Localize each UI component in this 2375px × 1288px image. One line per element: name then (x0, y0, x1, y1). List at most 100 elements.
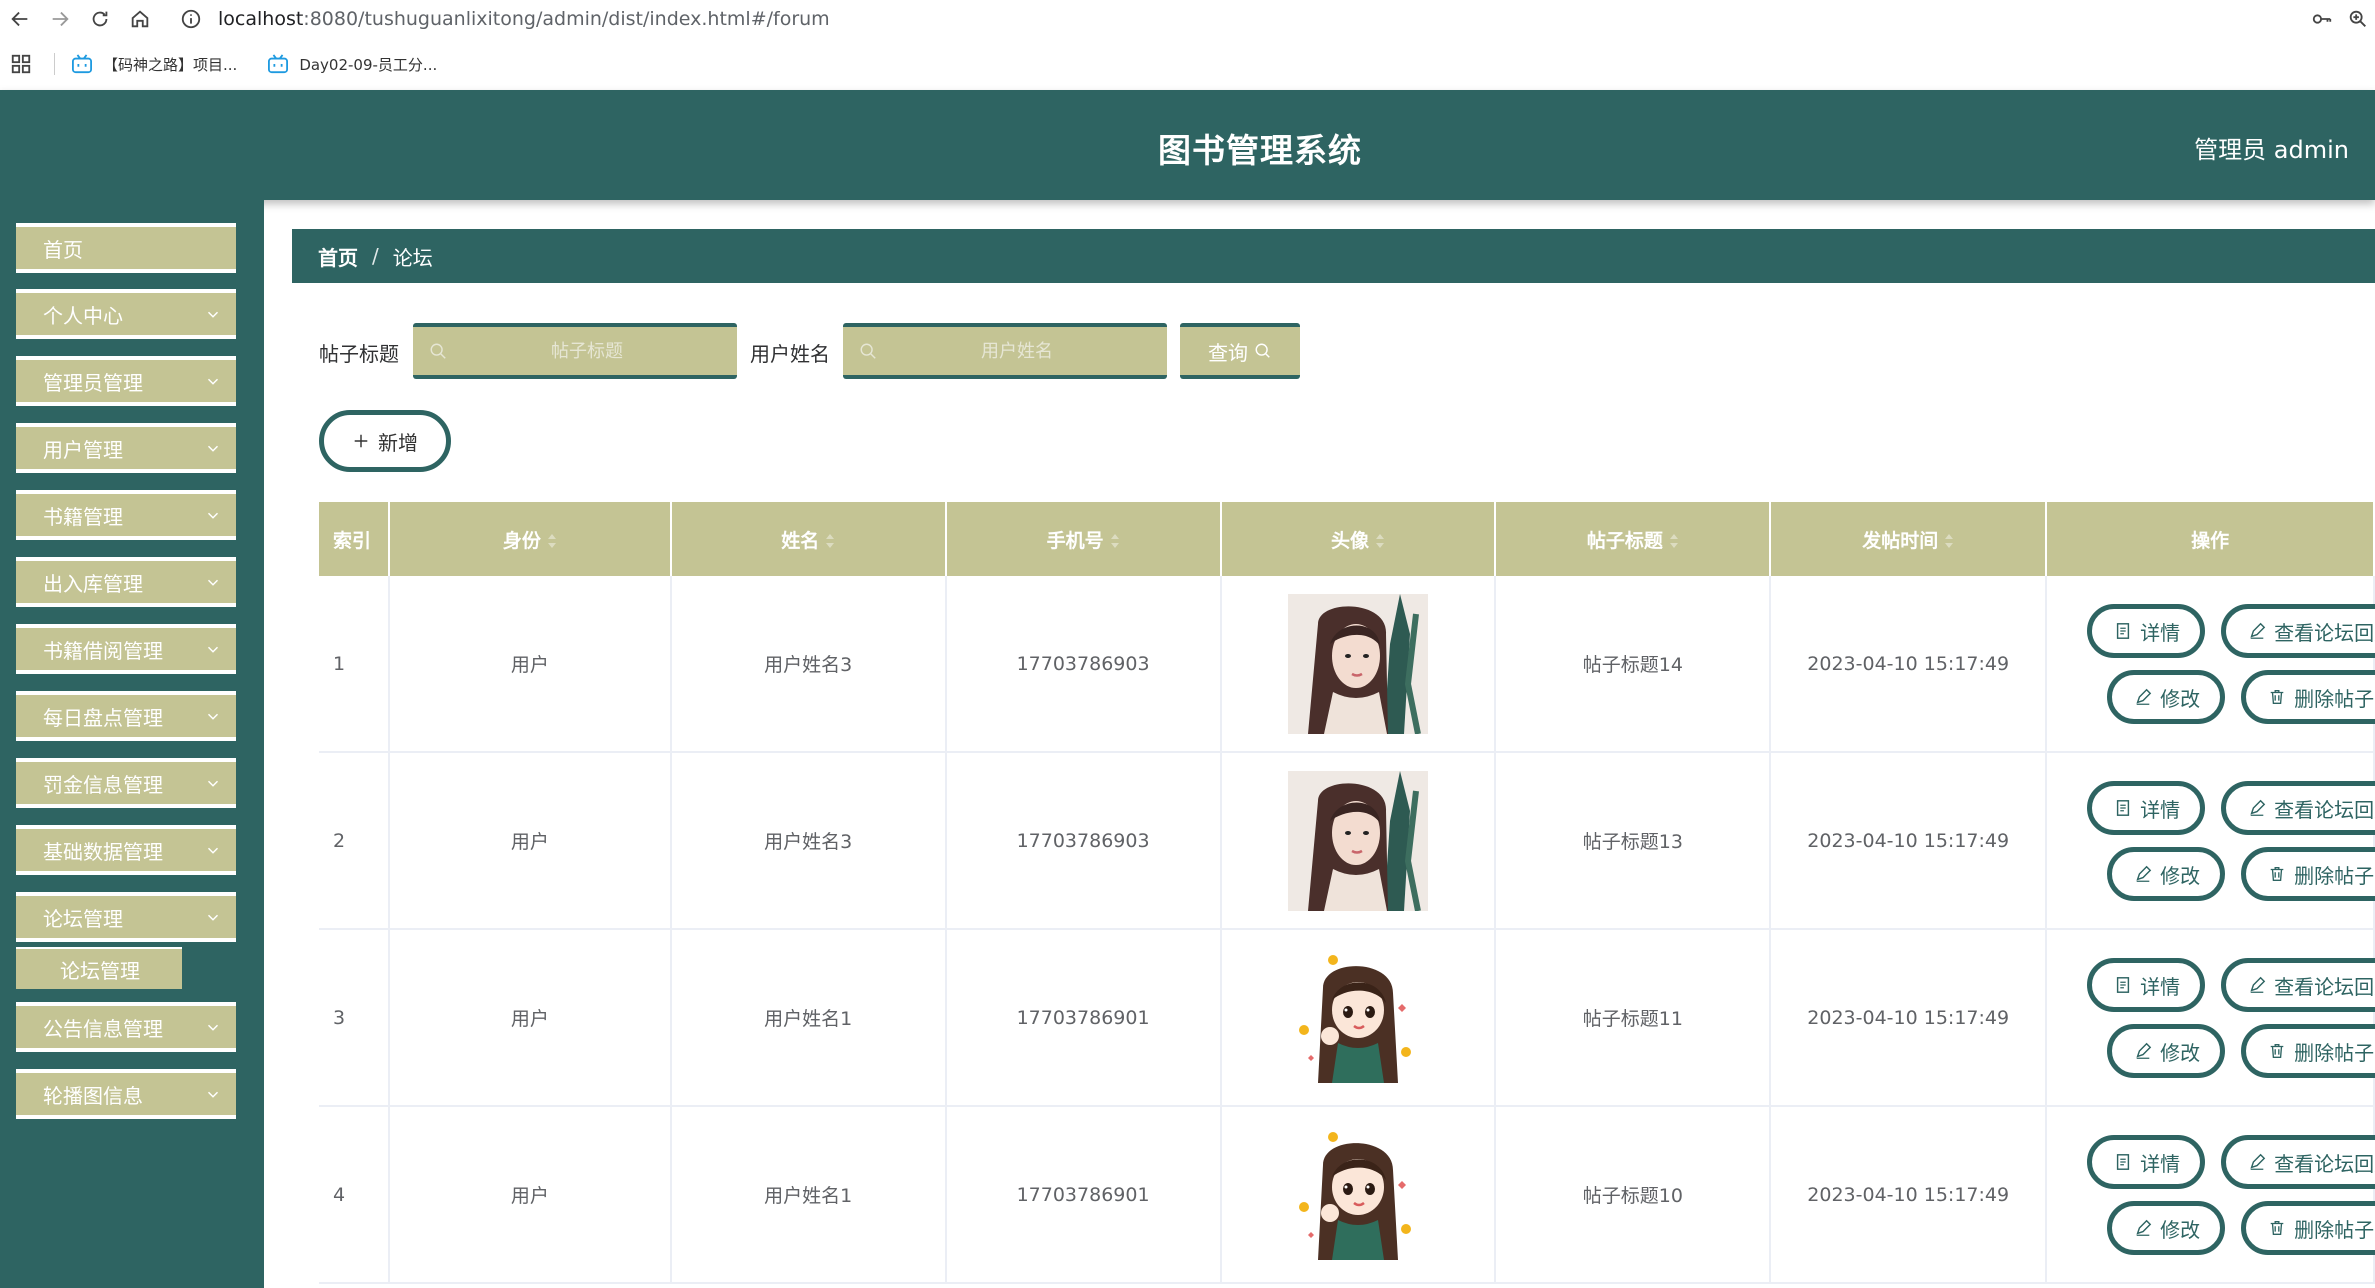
cell-phone: 17703786901 (945, 1106, 1222, 1284)
sort-icon[interactable] (825, 533, 835, 549)
detail-button[interactable]: 详情 (2087, 958, 2206, 1012)
view-replies-button-label: 查看论坛回复 (2274, 1151, 2375, 1176)
back-icon[interactable] (0, 0, 40, 38)
password-key-icon[interactable] (2311, 8, 2333, 30)
table-row: 3 用户 用户姓名1 17703786901 帖子标题11 2023-04-10… (319, 929, 2375, 1107)
cell-avatar (1220, 752, 1497, 930)
search-icon (430, 343, 446, 359)
sort-icon[interactable] (1110, 533, 1120, 549)
detail-button[interactable]: 详情 (2087, 781, 2206, 835)
user-name-input[interactable] (887, 340, 1147, 362)
sidebar-item-fine-management[interactable]: 罚金信息管理 (16, 758, 236, 808)
reload-icon[interactable] (80, 0, 120, 38)
avatar-woman-dark-hair (1287, 770, 1428, 911)
sidebar-item-user-management[interactable]: 用户管理 (16, 423, 236, 473)
sidebar-item-borrow-management[interactable]: 书籍借阅管理 (16, 624, 236, 674)
cell-role: 用户 (388, 752, 672, 930)
chevron-down-icon (207, 646, 219, 653)
sidebar-item-base-data[interactable]: 基础数据管理 (16, 825, 236, 875)
edit-pen-icon (2250, 1153, 2266, 1170)
column-header-post-title[interactable]: 帖子标题 (1495, 502, 1772, 576)
column-header-post-time[interactable]: 发帖时间 (1770, 502, 2048, 576)
sidebar-item-daily-inventory[interactable]: 每日盘点管理 (16, 691, 236, 741)
delete-post-button[interactable]: 删除帖子 (2241, 1201, 2375, 1255)
chevron-down-icon (207, 1091, 219, 1098)
user-name-field[interactable] (843, 323, 1167, 379)
detail-button[interactable]: 详情 (2087, 604, 2206, 658)
sidebar-item-label: 书籍管理 (43, 504, 123, 529)
apps-grid-icon[interactable] (10, 53, 32, 75)
column-header-role[interactable]: 身份 (388, 502, 672, 576)
sidebar-item-book-management[interactable]: 书籍管理 (16, 490, 236, 540)
edit-button[interactable]: 修改 (2107, 847, 2226, 901)
cell-actions: 详情 查看论坛回复 修改 删除帖子 (2046, 929, 2375, 1107)
sidebar-item-home[interactable]: 首页 (16, 223, 236, 273)
query-button[interactable]: 查询 (1180, 323, 1300, 379)
cell-phone: 17703786901 (945, 929, 1222, 1107)
document-icon (2117, 623, 2130, 639)
edit-pen-icon (2136, 688, 2152, 705)
edit-button[interactable]: 修改 (2107, 1201, 2226, 1255)
breadcrumb-home[interactable]: 首页 (318, 242, 358, 271)
delete-post-button[interactable]: 删除帖子 (2241, 1024, 2375, 1078)
sort-icon[interactable] (1944, 533, 1954, 549)
submenu-item-forum[interactable]: 论坛管理 (16, 947, 182, 989)
bookmark-item[interactable]: 【码神之路】项目... (71, 54, 237, 75)
delete-post-button[interactable]: 删除帖子 (2241, 670, 2375, 724)
home-icon[interactable] (120, 0, 160, 38)
view-replies-button[interactable]: 查看论坛回复 (2221, 1135, 2375, 1189)
cell-post-time: 2023-04-10 15:17:49 (1770, 576, 2048, 753)
sidebar-item-stock-management[interactable]: 出入库管理 (16, 557, 236, 607)
sidebar-item-label: 论坛管理 (43, 906, 123, 931)
cell-name: 用户姓名3 (670, 576, 947, 753)
edit-pen-icon (2250, 976, 2266, 993)
detail-button[interactable]: 详情 (2087, 1135, 2206, 1189)
view-replies-button[interactable]: 查看论坛回复 (2221, 958, 2375, 1012)
sidebar-item-admin-management[interactable]: 管理员管理 (16, 356, 236, 406)
column-header-phone[interactable]: 手机号 (945, 502, 1222, 576)
zoom-icon[interactable] (2347, 8, 2369, 30)
chevron-down-icon (207, 713, 219, 720)
sort-icon[interactable] (1375, 533, 1385, 549)
view-replies-button-label: 查看论坛回复 (2274, 797, 2375, 822)
current-user[interactable]: 管理员 admin (2194, 130, 2349, 165)
breadcrumb: 首页 / 论坛 (292, 229, 2375, 283)
submenu-item-label: 论坛管理 (60, 958, 140, 983)
sort-icon[interactable] (1669, 533, 1679, 549)
sort-icon[interactable] (547, 533, 557, 549)
breadcrumb-current: 论坛 (392, 245, 433, 270)
forward-icon[interactable] (40, 0, 80, 38)
avatar-woman-dark-hair (1287, 593, 1428, 734)
table-row: 4 用户 用户姓名1 17703786901 帖子标题10 2023-04-10… (319, 1106, 2375, 1284)
edit-button[interactable]: 修改 (2107, 670, 2226, 724)
post-title-field[interactable] (413, 323, 737, 379)
view-replies-button[interactable]: 查看论坛回复 (2221, 604, 2375, 658)
chevron-down-icon (207, 445, 219, 452)
search-icon (1255, 343, 1270, 358)
delete-post-button[interactable]: 删除帖子 (2241, 847, 2375, 901)
table-row: 2 用户 用户姓名3 17703786903 帖子标题13 2023-04-10… (319, 752, 2375, 930)
sidebar-item-personal-center[interactable]: 个人中心 (16, 289, 236, 339)
view-replies-button[interactable]: 查看论坛回复 (2221, 781, 2375, 835)
add-button[interactable]: 新增 (319, 410, 451, 472)
bookmarks-bar: 【码神之路】项目... Day02-09-员工分... (0, 38, 2375, 90)
sidebar-item-announcement[interactable]: 公告信息管理 (16, 1002, 236, 1052)
edit-button[interactable]: 修改 (2107, 1024, 2226, 1078)
cell-role: 用户 (388, 929, 672, 1107)
cell-role: 用户 (388, 576, 672, 753)
delete-post-button-label: 删除帖子 (2294, 863, 2375, 888)
cell-avatar (1220, 576, 1497, 753)
cell-avatar (1220, 929, 1497, 1107)
address-bar[interactable]: localhost:8080/tushuguanlixitong/admin/d… (180, 4, 2375, 34)
post-title-input[interactable] (457, 340, 717, 362)
cell-index: 2 (319, 752, 390, 930)
column-header-avatar[interactable]: 头像 (1220, 502, 1497, 576)
site-info-icon[interactable] (180, 8, 202, 30)
sidebar-item-forum-management[interactable]: 论坛管理 (16, 892, 236, 942)
user-name-label: 用户姓名 (750, 342, 830, 366)
column-header-name[interactable]: 姓名 (670, 502, 947, 576)
cell-avatar (1220, 1106, 1497, 1284)
sidebar-item-carousel[interactable]: 轮播图信息 (16, 1069, 236, 1119)
chevron-down-icon (207, 914, 219, 921)
bookmark-item[interactable]: Day02-09-员工分... (267, 54, 437, 75)
